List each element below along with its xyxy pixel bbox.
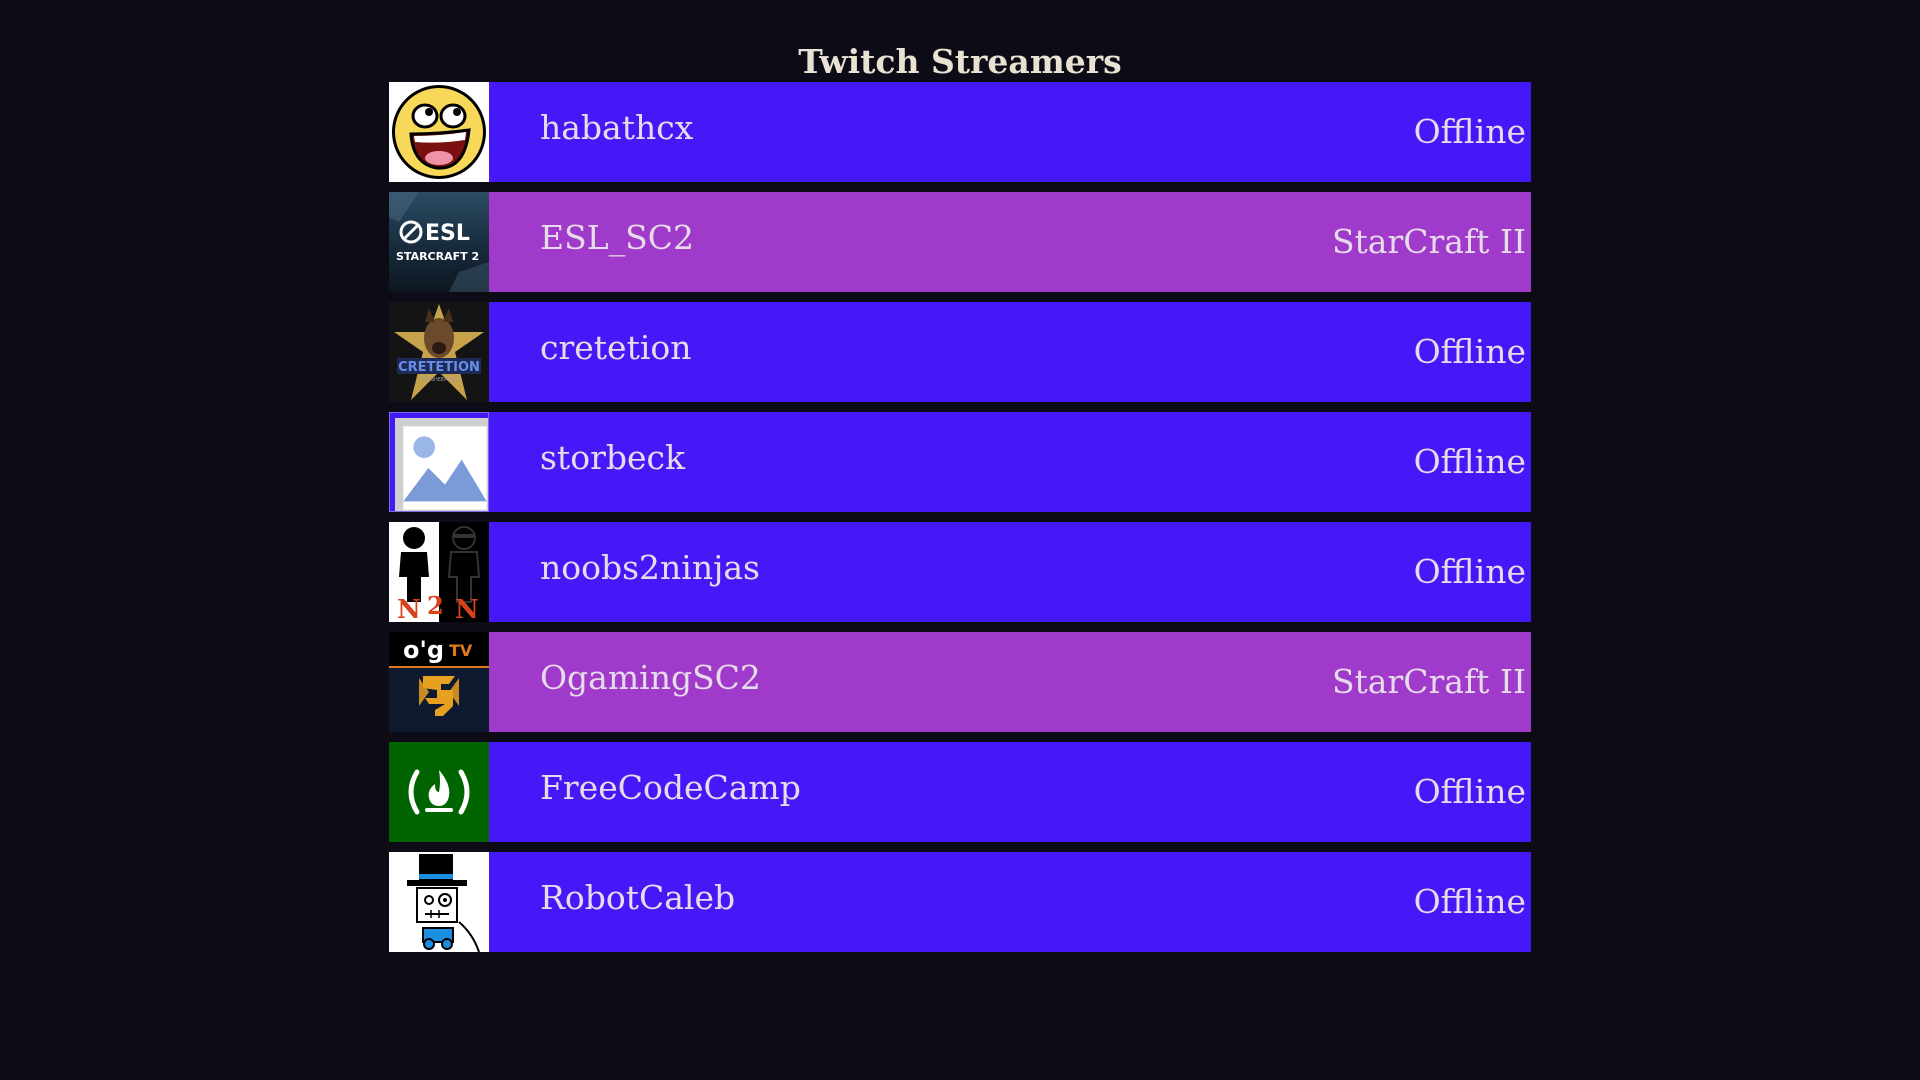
page: Twitch Streamers habathcx Offline ESL ST… — [0, 0, 1920, 1080]
streamer-row-freecodecamp[interactable]: FreeCodeCamp Offline — [389, 742, 1531, 842]
svg-text:N: N — [397, 595, 421, 622]
streamer-status: Offline — [1413, 772, 1526, 811]
streamer-name[interactable]: storbeck — [540, 438, 685, 478]
streamer-row-cretetion[interactable]: CRETETION THE SHEEPDOG cretetion Offline — [389, 302, 1531, 402]
broken-image-icon — [395, 418, 488, 511]
streamer-bar[interactable]: habathcx Offline — [489, 82, 1531, 182]
noobs2ninjas-logo-icon[interactable]: N 2 N — [389, 522, 489, 622]
awesome-face-logo-icon[interactable] — [389, 82, 489, 182]
streamer-name[interactable]: RobotCaleb — [540, 878, 735, 918]
svg-text:ESL: ESL — [425, 221, 470, 246]
streamer-status: Offline — [1413, 442, 1526, 481]
svg-text:CRETETION: CRETETION — [398, 360, 480, 375]
cretetion-sheepdog-logo-icon[interactable]: CRETETION THE SHEEPDOG — [389, 302, 489, 402]
robot-top-hat-logo-icon[interactable] — [389, 852, 489, 952]
streamer-status: Offline — [1413, 552, 1526, 591]
svg-text:2: 2 — [427, 591, 444, 620]
ogtv-starcraft-logo-icon[interactable]: o'g TV — [389, 632, 489, 732]
streamer-status: Offline — [1413, 112, 1526, 151]
streamer-name[interactable]: ESL_SC2 — [540, 218, 694, 258]
streamer-bar[interactable]: noobs2ninjas Offline — [489, 522, 1531, 622]
page-title: Twitch Streamers — [798, 42, 1122, 82]
streamer-row-ogamingsc2[interactable]: o'g TV OgamingSC2 StarCraft II — [389, 632, 1531, 732]
streamer-bar[interactable]: ESL_SC2 StarCraft II — [489, 192, 1531, 292]
streamer-status: StarCraft II — [1331, 222, 1526, 261]
streamer-bar[interactable]: cretetion Offline — [489, 302, 1531, 402]
svg-text:N: N — [455, 595, 479, 622]
streamer-row-esl-sc2[interactable]: ESL STARCRAFT 2 ESL_SC2 StarCraft II — [389, 192, 1531, 292]
streamer-name[interactable]: FreeCodeCamp — [540, 768, 801, 808]
streamer-bar[interactable]: storbeck Offline — [489, 412, 1531, 512]
streamer-row-noobs2ninjas[interactable]: N 2 N noobs2ninjas Offline — [389, 522, 1531, 622]
streamer-bar[interactable]: OgamingSC2 StarCraft II — [489, 632, 1531, 732]
freecodecamp-logo-icon[interactable] — [389, 742, 489, 842]
streamer-status: StarCraft II — [1331, 662, 1526, 701]
streamer-status: Offline — [1413, 332, 1526, 371]
streamer-list: habathcx Offline ESL STARCRAFT 2 ESL_SC2… — [389, 82, 1531, 962]
streamer-row-habathcx[interactable]: habathcx Offline — [389, 82, 1531, 182]
svg-text:TV: TV — [449, 641, 473, 660]
streamer-status: Offline — [1413, 882, 1526, 921]
streamer-row-storbeck[interactable]: storbeck Offline — [389, 412, 1531, 512]
svg-text:THE SHEEPDOG: THE SHEEPDOG — [418, 377, 459, 383]
streamer-bar[interactable]: RobotCaleb Offline — [489, 852, 1531, 952]
streamer-name[interactable]: OgamingSC2 — [540, 658, 761, 698]
esl-starcraft2-logo-icon[interactable]: ESL STARCRAFT 2 — [389, 192, 489, 292]
svg-text:o'g: o'g — [403, 636, 444, 664]
streamer-row-robotcaleb[interactable]: RobotCaleb Offline — [389, 852, 1531, 952]
streamer-bar[interactable]: FreeCodeCamp Offline — [489, 742, 1531, 842]
streamer-logo[interactable] — [389, 412, 489, 512]
streamer-name[interactable]: cretetion — [540, 328, 692, 368]
streamer-name[interactable]: habathcx — [540, 108, 693, 148]
streamer-name[interactable]: noobs2ninjas — [540, 548, 760, 588]
svg-text:STARCRAFT 2: STARCRAFT 2 — [396, 250, 479, 263]
